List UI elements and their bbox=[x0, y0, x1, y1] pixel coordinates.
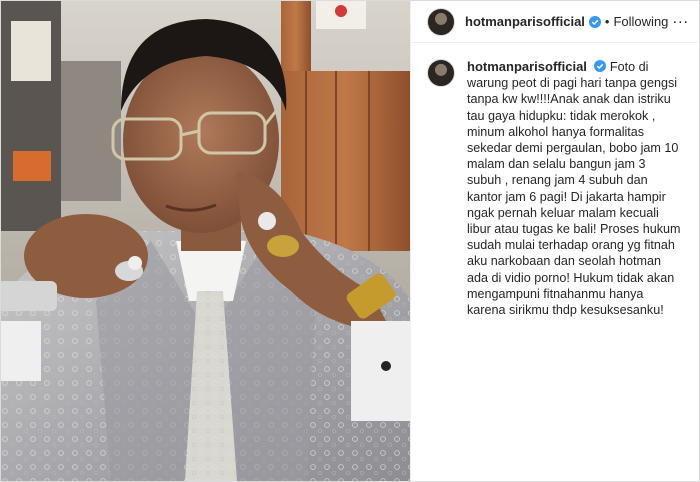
verified-badge-icon bbox=[588, 15, 601, 28]
post-photo[interactable] bbox=[1, 1, 410, 481]
caption-text: hotmanparisofficial Foto di warung peot … bbox=[467, 59, 683, 318]
verified-badge-icon bbox=[594, 60, 607, 72]
more-options-icon[interactable]: ... bbox=[673, 10, 689, 34]
caption-block: hotmanparisofficial Foto di warung peot … bbox=[411, 43, 699, 318]
profile-avatar[interactable] bbox=[427, 7, 455, 36]
caption-username[interactable]: hotmanparisofficial bbox=[467, 59, 587, 74]
post-header: hotmanparisofficial • Following ... bbox=[411, 1, 699, 43]
caption-body: Foto di warung peot di pagi hari tanpa g… bbox=[467, 60, 681, 318]
header-username[interactable]: hotmanparisofficial bbox=[465, 14, 585, 29]
instagram-post: hotmanparisofficial • Following ... hotm… bbox=[0, 0, 700, 482]
following-button[interactable]: Following bbox=[613, 14, 668, 29]
separator-dot: • bbox=[604, 14, 610, 29]
caption-avatar[interactable] bbox=[427, 59, 455, 87]
post-sidebar: hotmanparisofficial • Following ... hotm… bbox=[410, 1, 699, 481]
post-image bbox=[1, 1, 410, 481]
